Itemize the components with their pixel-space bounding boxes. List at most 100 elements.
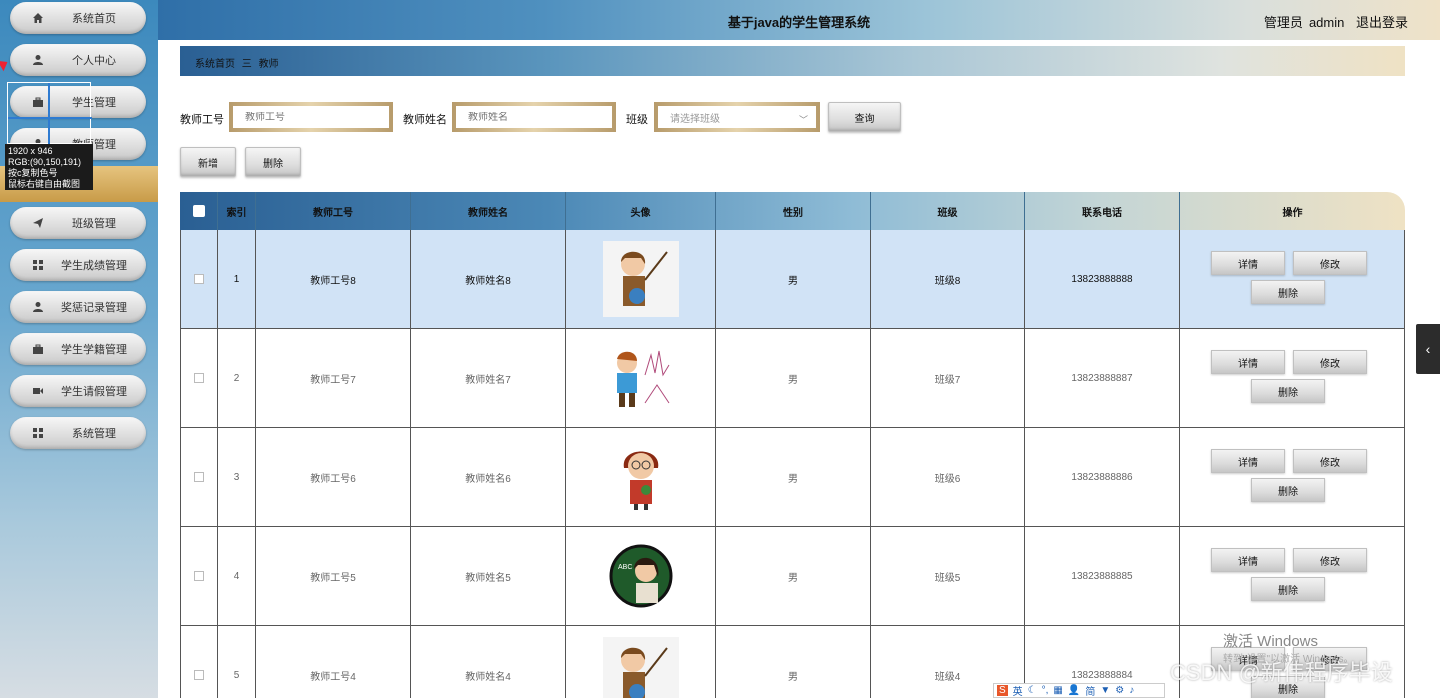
teacher-avatar: ABC [602,538,679,614]
sidebar-item-label: 个人中心 [72,55,116,67]
sidebar-item-home[interactable]: 系统首页 [10,2,146,34]
row-checkbox[interactable] [194,670,204,680]
class-label: 班级 [626,114,648,126]
punct-icon[interactable]: °, [1042,685,1049,696]
chevron-left-icon[interactable]: ‹ [1416,324,1440,374]
row-teacher-no: 教师工号7 [256,329,411,427]
ime-lang[interactable]: 英 [1013,683,1023,698]
class-select[interactable]: 请选择班级 ﹀ [654,102,820,132]
row-phone: 13823888886 [1025,428,1180,526]
sidebar-item-label: 学生请假管理 [61,386,127,398]
delete-button[interactable]: 删除 [1251,478,1325,502]
sidebar-item-system[interactable]: 系统管理 [10,417,146,449]
sidebar-item-personal[interactable]: 个人中心 [10,44,146,76]
teacher-avatar [602,241,679,317]
row-phone: 13823888885 [1025,527,1180,625]
teacher-name-input[interactable] [468,111,600,123]
sidebar-item-leave[interactable]: 学生请假管理 [10,375,146,407]
col-index: 索引 [218,192,256,230]
row-teacher-name: 教师姓名5 [411,527,566,625]
delete-button[interactable]: 删除 [1251,280,1325,304]
row-teacher-name: 教师姓名8 [411,230,566,328]
row-gender: 男 [716,527,871,625]
select-all-checkbox[interactable] [192,205,205,217]
detail-button[interactable]: 详情 [1211,251,1285,275]
teacher-table: 索引 教师工号 教师姓名 头像 性别 班级 联系电话 操作 1 教师工号8 教师… [180,192,1405,698]
row-gender: 男 [716,230,871,328]
user-role: 管理员 [1263,15,1303,30]
row-teacher-no: 教师工号8 [256,230,411,328]
sidebar-item-grades[interactable]: 学生成绩管理 [10,249,146,281]
sidebar-item-status[interactable]: 学生学籍管理 [10,333,146,365]
row-teacher-no: 教师工号4 [256,626,411,698]
breadcrumb-separator: 三 [241,59,252,70]
tooltip-hint: 鼠标右键自由截图 [8,179,81,189]
add-button[interactable]: 新增 [180,147,236,177]
keyboard-icon[interactable]: ▦ [1053,685,1062,696]
delete-button[interactable]: 删除 [1251,379,1325,403]
csdn-watermark: CSDN @新伟程序毕设 [1170,660,1393,685]
home-icon [32,12,44,24]
row-class: 班级6 [871,428,1025,526]
edit-button[interactable]: 修改 [1293,449,1367,473]
user-icon [32,301,44,313]
detail-button[interactable]: 详情 [1211,350,1285,374]
row-teacher-no: 教师工号5 [256,527,411,625]
sidebar-item-rewards[interactable]: 奖惩记录管理 [10,291,146,323]
app-icon[interactable]: ♪ [1129,685,1134,696]
detail-button[interactable]: 详情 [1211,548,1285,572]
select-all-cell [180,192,218,230]
row-index: 2 [218,329,256,427]
user-area: 管理员 admin 退出登录 [1258,12,1408,31]
query-button[interactable]: 查询 [828,102,901,132]
delete-button[interactable]: 删除 [1251,577,1325,601]
breadcrumb-home[interactable]: 系统首页 [195,59,235,70]
send-icon [32,217,44,229]
moon-icon[interactable]: ☾ [1028,685,1037,696]
mouse-cursor-icon [0,56,11,72]
row-checkbox[interactable] [194,571,204,581]
sidebar-item-label: 学生学籍管理 [61,344,127,356]
edit-button[interactable]: 修改 [1293,548,1367,572]
row-checkbox[interactable] [194,472,204,482]
teacher-name-label: 教师姓名 [403,114,447,126]
screenshot-crosshair [7,82,92,145]
edit-button[interactable]: 修改 [1293,350,1367,374]
row-checkbox[interactable] [194,274,204,284]
tooltip-rgb: RGB:(90,150,191) [8,157,82,167]
table-row[interactable]: 4 教师工号5 教师姓名5 ABC 男 班级5 13823888885 详情 修… [180,527,1405,626]
table-row[interactable]: 2 教师工号7 教师姓名7 男 班级7 13823888887 详情 修改 删除 [180,329,1405,428]
shirt-icon[interactable]: ▼ [1100,685,1110,696]
sidebar: 系统首页 个人中心 学生管理 教师管理 班级管理 学生成绩管理 奖惩记录管理 学… [0,0,158,698]
batch-delete-button[interactable]: 删除 [245,147,301,177]
sidebar-item-classes[interactable]: 班级管理 [10,207,146,239]
row-teacher-no: 教师工号6 [256,428,411,526]
teacher-no-field[interactable] [229,102,393,132]
row-checkbox[interactable] [194,373,204,383]
user-icon [32,54,44,66]
teacher-avatar [602,637,679,698]
logout-link[interactable]: 退出登录 [1356,15,1408,30]
row-gender: 男 [716,626,871,698]
teacher-avatar [602,340,679,416]
table-row[interactable]: 1 教师工号8 教师姓名8 男 班级8 13823888888 详情 修改 删除 [180,230,1405,329]
tooltip-size: 1920 x 946 [8,146,53,156]
sidebar-item-label: 奖惩记录管理 [61,302,127,314]
ime-simp[interactable]: 简 [1085,683,1095,698]
row-index: 5 [218,626,256,698]
screenshot-tool-tooltip: 1920 x 946 RGB:(90,150,191) 按c复制色号 鼠标右键自… [5,144,93,190]
teacher-no-input[interactable] [245,111,377,123]
ime-toolbar[interactable]: S 英 ☾ °, ▦ 👤 简 ▼ ⚙ ♪ [993,683,1165,698]
class-select-placeholder: 请选择班级 [670,113,720,125]
gear-icon[interactable]: ⚙ [1115,685,1124,696]
edit-button[interactable]: 修改 [1293,251,1367,275]
teacher-name-field[interactable] [452,102,616,132]
row-index: 1 [218,230,256,328]
table-row[interactable]: 3 教师工号6 教师姓名6 男 班级6 13823888886 详情 修改 删除 [180,428,1405,527]
chevron-down-icon: ﹀ [798,115,808,125]
detail-button[interactable]: 详情 [1211,449,1285,473]
teacher-avatar [602,439,679,515]
teacher-no-label: 教师工号 [180,114,224,126]
user-icon[interactable]: 👤 [1068,685,1080,696]
sidebar-item-label: 系统管理 [72,428,116,440]
